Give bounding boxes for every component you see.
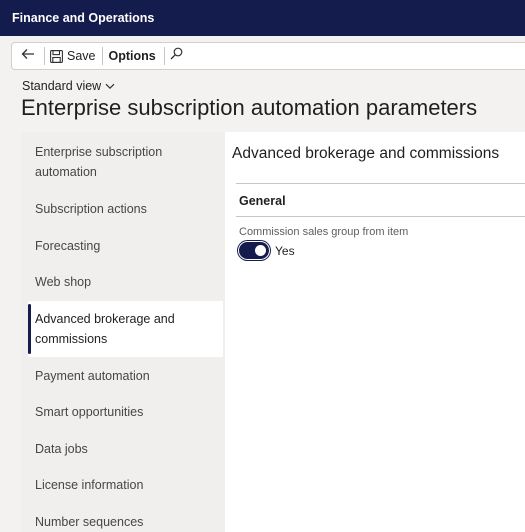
commission-sales-group-toggle[interactable] [239,242,269,259]
back-button[interactable] [12,43,44,69]
save-button[interactable]: Save [45,43,102,69]
commission-sales-group-field: Yes [239,242,295,259]
section-divider [236,183,525,184]
section-header-general[interactable]: General [239,194,286,208]
nav-item-number-sequences[interactable]: Number sequences [28,512,223,532]
save-icon [50,49,63,63]
chevron-down-icon [105,83,115,90]
tab-page-title: Advanced brokerage and commissions [232,145,500,162]
back-arrow-icon [21,47,35,65]
view-selector-label: Standard view [22,79,102,93]
action-pane: Save Options [11,42,525,70]
toggle-knob [255,245,266,256]
view-selector[interactable]: Standard view [22,79,115,93]
nav-item-enterprise-subscription-automation[interactable]: Enterprise subscription automation [28,142,223,182]
app-title[interactable]: Finance and Operations [12,11,154,25]
save-button-label: Save [67,49,96,63]
nav-item-subscription-actions[interactable]: Subscription actions [28,199,223,219]
commission-sales-group-label: Commission sales group from item [239,226,409,238]
nav-item-license-information[interactable]: License information [28,475,223,495]
nav-item-data-jobs[interactable]: Data jobs [28,439,223,459]
search-button[interactable] [165,43,189,69]
search-icon [170,47,183,65]
page-title: Enterprise subscription automation param… [21,95,478,120]
nav-item-payment-automation[interactable]: Payment automation [28,366,223,386]
vertical-tab-list: Enterprise subscription automation Subsc… [22,132,225,532]
nav-item-forecasting[interactable]: Forecasting [28,236,223,256]
app-header-bar: Finance and Operations [0,0,525,36]
nav-item-web-shop[interactable]: Web shop [28,272,223,292]
options-tab[interactable]: Options [103,43,164,69]
toggle-value-text: Yes [275,243,295,258]
tab-page: Advanced brokerage and commissions Gener… [225,132,525,532]
nav-item-advanced-brokerage-and-commissions[interactable]: Advanced brokerage and commissions [28,301,223,357]
nav-item-smart-opportunities[interactable]: Smart opportunities [28,402,223,422]
section-divider [236,216,525,217]
form-content: Enterprise subscription automation Subsc… [22,132,525,532]
